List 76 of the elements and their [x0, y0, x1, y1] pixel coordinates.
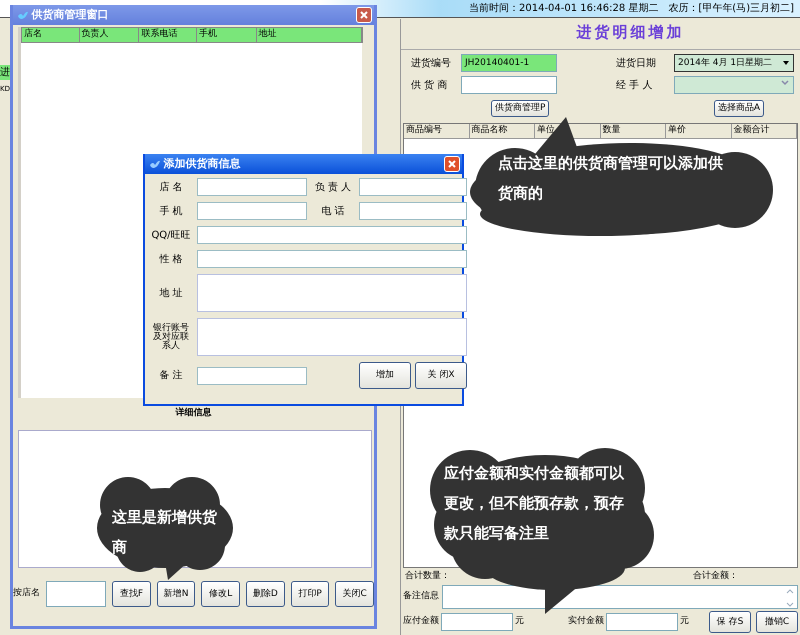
search-label: 按店名 — [13, 587, 40, 600]
total-quantity-label: 合计数量： — [405, 570, 450, 582]
input-field[interactable] — [461, 76, 557, 94]
column-header: 商品名称 — [470, 124, 535, 138]
clock-text: 当前时间：2014-04-01 16:46:28 星期二 — [469, 2, 658, 16]
total-amount-label: 合计金额： — [693, 570, 738, 582]
window-title: 添加供货商信息 — [164, 156, 240, 172]
action-button[interactable]: 增加 — [359, 362, 411, 389]
search-field[interactable] — [46, 581, 106, 607]
field-label: 经 手 人 — [616, 78, 654, 92]
close-button[interactable] — [444, 156, 460, 172]
callout-text: 点击这里的供货商管理可以添加供货商的 — [498, 153, 724, 204]
window-title: 供货商管理窗口 — [32, 6, 108, 23]
input-field[interactable] — [197, 250, 467, 268]
field-label: QQ/旺旺 — [150, 228, 192, 242]
column-header: 金额合计 — [732, 124, 797, 138]
action-button[interactable]: 关 闭X — [415, 362, 467, 389]
close-button[interactable] — [356, 7, 372, 23]
field-label: 实付金额 — [568, 615, 604, 628]
action-button[interactable]: 供货商管理P — [491, 100, 550, 117]
combo-box[interactable] — [674, 76, 794, 94]
field-label: 进货编号 — [411, 56, 452, 70]
column-header: 单价 — [666, 124, 732, 138]
field-label: 电 话 — [320, 204, 346, 218]
input-field[interactable] — [197, 226, 467, 244]
column-header: 店名 — [22, 28, 80, 42]
action-button[interactable]: 关闭C — [335, 581, 374, 607]
form-title: 进货明细增加 — [575, 22, 686, 43]
section-title: 详细信息 — [174, 406, 212, 420]
action-button[interactable]: 选择商品A — [714, 100, 764, 117]
field-label: 备 注 — [158, 368, 184, 383]
dropdown-arrow-icon — [782, 58, 790, 67]
field-label: 负 责 人 — [314, 180, 352, 194]
field-label: 备注信息 — [403, 590, 439, 604]
column-header: 数量 — [600, 124, 666, 138]
unit-label: 元 — [515, 615, 524, 628]
input-field[interactable] — [197, 366, 307, 384]
action-button[interactable]: 打印P — [290, 581, 330, 607]
input-field[interactable] — [606, 613, 678, 631]
field-label: 店 名 — [158, 180, 184, 194]
input-field[interactable] — [197, 178, 307, 196]
input-field[interactable] — [197, 202, 307, 220]
field-label: 手 机 — [158, 204, 184, 218]
field-label: 供 货 商 — [411, 78, 448, 92]
date-value: 2014年 4月 1日星期二 — [678, 56, 772, 70]
field-label: 性 格 — [158, 252, 184, 266]
action-button[interactable]: 保 存S — [709, 611, 751, 633]
action-button[interactable]: 撤销C — [756, 611, 798, 633]
input-field[interactable] — [359, 178, 467, 196]
text-area[interactable] — [197, 274, 467, 312]
field-label: 应付金额 — [403, 615, 439, 628]
field-label: 进货日期 — [616, 56, 657, 70]
field-label: 银行账号及对应联系人 — [152, 324, 190, 350]
action-button[interactable]: 删除D — [246, 581, 285, 607]
column-header: 手机 — [197, 28, 257, 42]
action-button[interactable]: 新增N — [156, 581, 196, 607]
input-field[interactable] — [359, 202, 467, 220]
date-picker[interactable]: 2014年 4月 1日星期二 — [674, 54, 794, 72]
action-button[interactable]: 修改L — [201, 581, 240, 607]
input-field[interactable]: JH20140401-1 — [461, 54, 557, 72]
column-header: 联系电话 — [139, 28, 197, 42]
callout-text: 应付金额和实付金额都可以更改，但不能预存款，预存款只能写备注里 — [444, 463, 624, 544]
close-icon — [359, 10, 369, 20]
input-field[interactable] — [441, 613, 513, 631]
unit-label: 元 — [680, 615, 689, 628]
lunar-date-text: 农历：[甲午年(马)三月初二] — [668, 2, 794, 16]
action-button[interactable]: 查找F — [112, 581, 151, 607]
scrollbar-arrows-icon — [786, 587, 794, 609]
text-area[interactable] — [197, 318, 467, 356]
field-label: 地 址 — [158, 286, 184, 300]
callout-text: 这里是新增供货商 — [112, 507, 218, 558]
column-header: 商品编号 — [404, 124, 470, 138]
column-header: 地址 — [256, 28, 362, 42]
close-icon — [447, 159, 457, 169]
column-header: 负责人 — [80, 28, 140, 42]
remarks-field[interactable] — [442, 585, 798, 609]
